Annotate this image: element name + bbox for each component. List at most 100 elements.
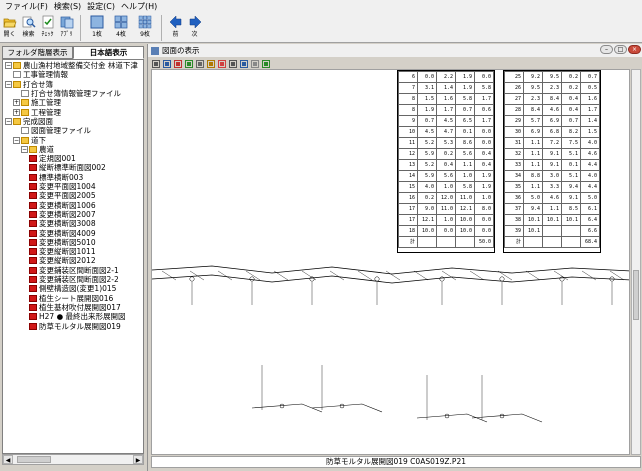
tree-item-label: 標準横断003 xyxy=(39,172,84,182)
collapse-icon[interactable]: − xyxy=(21,145,28,153)
tree-item[interactable]: 変更横断図4009 xyxy=(29,228,96,238)
menu-search[interactable]: 検索(S) xyxy=(51,1,84,13)
tree-item-label: 打合せ簿 xyxy=(23,79,53,89)
table-cell: 9.1 xyxy=(561,192,581,204)
tree-item-label: 変更横断図3008 xyxy=(39,219,96,229)
tree-item[interactable]: − 打合せ簿 xyxy=(5,80,53,89)
drawing-file-icon xyxy=(29,155,37,163)
table-cell xyxy=(455,236,475,248)
tree-item[interactable]: − 農道 xyxy=(21,145,54,154)
menu-settings[interactable]: 設定(C) xyxy=(84,1,118,13)
fit-icon[interactable] xyxy=(184,59,194,68)
expand-icon[interactable]: + xyxy=(13,99,20,107)
nine-page-icon xyxy=(138,15,152,29)
check-button[interactable]: ﾁｪｯｸ xyxy=(38,13,57,43)
tree-item[interactable]: 図面管理ファイル xyxy=(21,126,91,135)
vertical-scrollbar[interactable] xyxy=(631,69,641,455)
table-cell: 9.5 xyxy=(523,82,543,94)
tree-item[interactable]: 変更鋪装区間断面図2-1 xyxy=(29,266,119,275)
info-icon[interactable] xyxy=(261,59,271,68)
tree-item[interactable]: H27 ● 最終出来形展開図 xyxy=(29,312,126,321)
export-icon[interactable] xyxy=(250,59,260,68)
tree-item[interactable]: 植生基材吹付展開図017 xyxy=(29,303,121,312)
four-page-button[interactable]: 4枚 xyxy=(109,13,133,43)
table-row: 16 0.2 12.0 11.0 1.0 xyxy=(398,192,494,204)
table-cell: 5.7 xyxy=(523,115,543,127)
menu-help[interactable]: ヘルプ(H) xyxy=(118,1,160,13)
table-cell: 6.5 xyxy=(455,115,475,127)
drawing-canvas[interactable]: 6 0.0 2.2 1.9 0.0 7 3.1 1.4 1.9 5.8 8 1.5 1.6 5.8 1.7 8… xyxy=(151,69,630,455)
maximize-button[interactable]: □ xyxy=(614,45,627,54)
tree-item[interactable]: 変更平面図2005 xyxy=(29,191,96,200)
table-cell: 12 xyxy=(398,148,418,160)
tree-item[interactable]: − 農山漁村地域整備交付金 林道下津 xyxy=(5,61,138,70)
app-icon xyxy=(60,16,73,29)
tree-item[interactable]: + 施工管理 xyxy=(13,98,61,107)
app-button[interactable]: ｱﾌﾟﾘ xyxy=(57,13,76,43)
close-button[interactable]: × xyxy=(628,45,641,54)
tree-item[interactable]: 変更平面図1004 xyxy=(29,182,96,191)
scroll-right-button[interactable]: ▶ xyxy=(133,455,143,464)
tree-item[interactable]: 変更横断図5010 xyxy=(29,238,96,247)
nine-page-button[interactable]: 9枚 xyxy=(133,13,157,43)
collapse-icon[interactable]: − xyxy=(5,80,12,88)
table-cell: 11.0 xyxy=(436,203,456,215)
tree-item[interactable]: 変更横断図1006 xyxy=(29,201,96,210)
previous-button[interactable]: 前 xyxy=(166,13,185,43)
collapse-icon[interactable]: − xyxy=(13,136,20,144)
tree-item[interactable]: 変更縦断図2012 xyxy=(29,256,96,265)
table-row: 28 8.4 4.6 0.4 1.7 xyxy=(504,104,600,116)
tree-item[interactable]: 打合せ簿情報管理ファイル xyxy=(21,89,121,98)
folder-icon xyxy=(21,136,29,144)
grid-icon[interactable] xyxy=(195,59,205,68)
table-cell: 5.6 xyxy=(436,170,456,182)
table-cell: 1.7 xyxy=(580,104,600,116)
color-icon[interactable] xyxy=(217,59,227,68)
tree-item[interactable]: 標準横断003 xyxy=(29,173,83,182)
menu-file[interactable]: ファイル(F) xyxy=(2,1,51,13)
tree-item[interactable]: − 完成図面 xyxy=(5,117,53,126)
zoom-icon[interactable] xyxy=(162,59,172,68)
table-cell: 13 xyxy=(398,159,418,171)
table-row: 18 10.0 0.0 10.0 0.0 xyxy=(398,225,494,237)
open-button[interactable]: 開く xyxy=(0,13,19,43)
single-page-button[interactable]: 1枚 xyxy=(85,13,109,43)
tree-item[interactable]: 変更横断図2007 xyxy=(29,210,96,219)
table-cell: 4.6 xyxy=(542,104,562,116)
tree-item[interactable]: 変更鋪装区間断面図2-2 xyxy=(29,275,119,284)
tree-item[interactable]: 工事管理情報 xyxy=(13,70,68,79)
tree-item[interactable]: 変更横断図3008 xyxy=(29,219,96,228)
table-cell: 10.1 xyxy=(523,214,543,226)
tree-item[interactable]: 変更縦断図1011 xyxy=(29,247,96,256)
tree-item[interactable]: 防草モルタル展開図019 xyxy=(29,321,121,331)
tree-item[interactable]: 縦断標準断面図002 xyxy=(29,163,106,172)
layer-icon[interactable] xyxy=(206,59,216,68)
scroll-thumb[interactable] xyxy=(17,456,51,463)
minimize-button[interactable]: – xyxy=(600,45,613,54)
vertical-scroll-thumb[interactable] xyxy=(633,270,639,320)
scroll-left-button[interactable]: ◀ xyxy=(3,455,13,464)
tree-item-label: 打合せ簿情報管理ファイル xyxy=(31,89,121,99)
tree-item[interactable]: − 道下 xyxy=(13,135,46,145)
print-icon[interactable] xyxy=(151,59,161,68)
collapse-icon[interactable]: − xyxy=(5,62,12,70)
tab-japanese-view[interactable]: 日本語表示 xyxy=(73,46,144,59)
tree-item-label: 定規図001 xyxy=(39,154,76,164)
search-button[interactable]: 検索 xyxy=(19,13,38,43)
expand-icon[interactable]: + xyxy=(13,108,20,116)
rotate-icon[interactable] xyxy=(173,59,183,68)
text-icon[interactable] xyxy=(228,59,238,68)
tree-item[interactable]: + 工程管理 xyxy=(13,108,61,117)
tree-item-label: 工事管理情報 xyxy=(23,70,68,80)
measure-icon[interactable] xyxy=(239,59,249,68)
tab-folder-hierarchy[interactable]: フォルダ階層表示 xyxy=(2,46,73,59)
table-cell: 0.7 xyxy=(580,71,600,83)
table-cell: 0.7 xyxy=(417,115,437,127)
collapse-icon[interactable]: − xyxy=(5,117,12,125)
horizontal-scrollbar[interactable]: ◀ ▶ xyxy=(2,454,144,465)
tree-item[interactable]: 側壁構造図(変更1)015 xyxy=(29,284,116,293)
next-button[interactable]: 次 xyxy=(185,13,204,43)
tree-item[interactable]: 植生シート展開図016 xyxy=(29,294,113,303)
hatch-line xyxy=(217,270,233,281)
tree-item[interactable]: 定規図001 xyxy=(29,154,76,163)
